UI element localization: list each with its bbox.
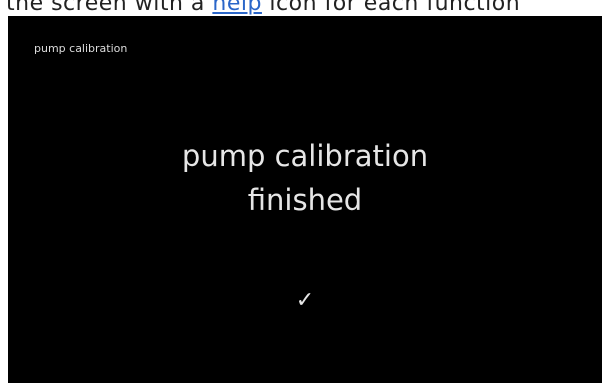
device-screen: pump calibration pump calibration finish…: [8, 16, 602, 383]
screen-title: pump calibration: [34, 42, 128, 55]
document-text-before: the screen with a: [6, 0, 213, 16]
help-link[interactable]: help: [212, 0, 262, 16]
status-message: pump calibration finished: [8, 134, 602, 222]
document-text-line: the screen with a help icon for each fun…: [6, 0, 520, 16]
document-text-after: icon for each function: [261, 0, 521, 16]
check-icon[interactable]: ✓: [8, 288, 602, 313]
status-message-line-1: pump calibration: [181, 139, 429, 173]
document-text-strip: the screen with a help icon for each fun…: [0, 0, 610, 16]
status-message-line-2: finished: [247, 183, 363, 217]
page: the screen with a help icon for each fun…: [0, 0, 610, 383]
